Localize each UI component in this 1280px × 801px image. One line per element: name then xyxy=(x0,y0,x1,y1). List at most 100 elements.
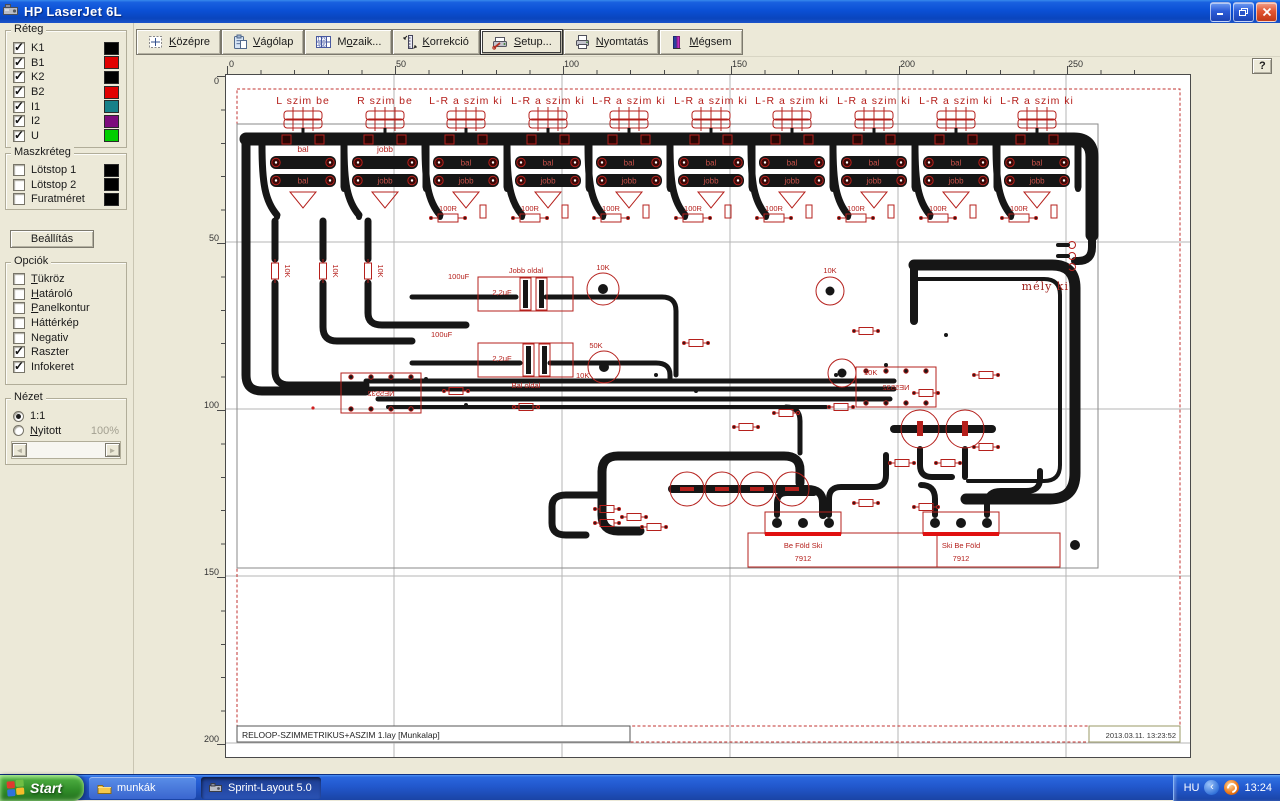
setup-button[interactable]: Setup... xyxy=(479,29,563,55)
minimize-button[interactable] xyxy=(1210,1,1231,22)
tray-app-icon[interactable] xyxy=(1224,780,1240,795)
mask-checkbox-lotstop2[interactable] xyxy=(13,178,25,191)
option-checkbox-infokeret[interactable] xyxy=(13,359,25,373)
svg-text:100uF: 100uF xyxy=(448,272,470,281)
svg-text:Jobb oldal: Jobb oldal xyxy=(509,266,544,275)
connector-groups: L szim be bal bal R szim be jobb jobb L-R a … xyxy=(262,95,1081,222)
svg-text:7912: 7912 xyxy=(795,554,812,563)
svg-text:bal: bal xyxy=(869,159,880,168)
svg-text:Be Föld Ski: Be Föld Ski xyxy=(784,541,823,550)
settings-button[interactable]: Beállítás xyxy=(10,230,94,248)
layers-group-label: Réteg xyxy=(11,23,47,35)
slider-right-arrow[interactable]: ► xyxy=(105,443,120,457)
correction-button[interactable]: Korrekció xyxy=(392,29,480,55)
layer-color-i1[interactable] xyxy=(104,100,119,114)
svg-text:jobb: jobb xyxy=(376,177,393,186)
svg-text:L-R a szim ki: L-R a szim ki xyxy=(674,95,748,107)
layer-color-k1[interactable] xyxy=(104,41,119,55)
mask-color-lotstop1[interactable] xyxy=(104,163,119,177)
taskbar-item-sprint-layout[interactable]: Sprint-Layout 5.0 xyxy=(201,776,321,799)
layer-checkbox-i2[interactable] xyxy=(13,113,25,128)
slider-left-arrow[interactable]: ◄ xyxy=(12,443,27,457)
title-bar: HP LaserJet 6L xyxy=(0,0,1280,23)
svg-text:bal: bal xyxy=(951,159,962,168)
print-button[interactable]: Nyomtatás xyxy=(562,29,660,55)
layer-color-k2[interactable] xyxy=(104,70,119,84)
view-row-nyitott: Nyitott 100% xyxy=(6,424,126,439)
svg-text:bal: bal xyxy=(787,159,798,168)
language-indicator[interactable]: HU xyxy=(1184,782,1200,794)
start-button[interactable]: Start xyxy=(0,774,84,801)
svg-text:bal: bal xyxy=(543,159,554,168)
app-icon[interactable] xyxy=(3,3,19,20)
svg-text:jobb: jobb xyxy=(620,177,637,186)
svg-text:L-R a szim ki: L-R a szim ki xyxy=(511,95,585,107)
zoom-slider[interactable]: ◄ ► xyxy=(11,441,121,459)
layer-color-u[interactable] xyxy=(104,129,119,143)
options-group: Opciók Tükröz Határoló Panelkontur Hátté… xyxy=(5,255,127,385)
svg-text:jobb: jobb xyxy=(376,144,393,154)
option-checkbox-panelkontur[interactable] xyxy=(13,302,25,315)
mask-checkbox-lotstop1[interactable] xyxy=(13,164,25,177)
view-radio-1to1[interactable] xyxy=(13,410,24,422)
svg-text:NE5532: NE5532 xyxy=(367,389,394,398)
close-button[interactable] xyxy=(1256,1,1277,22)
layer-row-i2: I2 xyxy=(6,113,126,129)
options-group-label: Opciók xyxy=(11,255,52,267)
svg-text:L-R a szim ki: L-R a szim ki xyxy=(755,95,829,107)
option-row-panelkontur: Panelkontur xyxy=(6,301,126,316)
option-checkbox-negativ[interactable] xyxy=(13,331,25,344)
option-checkbox-hatarolo[interactable] xyxy=(13,287,25,300)
view-radio-nyitott[interactable] xyxy=(13,425,24,437)
svg-text:L-R a szim ki: L-R a szim ki xyxy=(837,95,911,107)
layer-row-i1: I1 xyxy=(6,99,126,114)
view-group-label: Nézet xyxy=(11,391,46,403)
mosaic-icon: 123456 xyxy=(316,36,332,49)
mask-color-lotstop2[interactable] xyxy=(104,178,119,192)
svg-text:bal: bal xyxy=(1032,159,1043,168)
layer-checkbox-u[interactable] xyxy=(13,128,25,142)
taskbar: Start munkák Sprint-Layout 5.0 HU ‹ 13:2… xyxy=(0,774,1280,801)
window-title: HP LaserJet 6L xyxy=(24,4,122,19)
mask-layers-group: Maszkréteg Lötstop 1 Lötstop 2 Furatmére… xyxy=(5,146,127,210)
printer-icon xyxy=(575,35,589,49)
svg-text:jobb: jobb xyxy=(457,177,474,186)
view-group: Nézet 1:1 Nyitott 100% ◄ ► xyxy=(5,391,127,465)
layer-row-b2: B2 xyxy=(6,84,126,100)
svg-text:bal: bal xyxy=(297,144,308,154)
center-button[interactable]: Középre xyxy=(136,29,221,55)
layer-checkbox-i1[interactable] xyxy=(13,99,25,113)
taskbar-item-munkak[interactable]: munkák xyxy=(89,776,196,799)
layer-checkbox-k2[interactable] xyxy=(13,69,25,84)
cancel-button[interactable]: Mégsem xyxy=(659,29,743,55)
print-toolbar: Középre Vágólap 123 456 Mozaik... Korrekc… xyxy=(136,29,743,55)
mask-checkbox-furatmeret[interactable] xyxy=(13,193,25,206)
option-row-raszter: Raszter xyxy=(6,344,126,360)
restore-button[interactable] xyxy=(1233,1,1254,22)
mask-color-furatmeret[interactable] xyxy=(104,192,119,206)
mask-row-lotstop2: Lötstop 2 xyxy=(6,178,126,193)
help-button[interactable]: ? xyxy=(1252,58,1272,74)
svg-text:NE5532: NE5532 xyxy=(882,383,909,392)
vertical-ruler: 0 50 100 150 200 xyxy=(200,75,226,757)
correction-icon xyxy=(403,35,417,49)
hide-icons-button[interactable]: ‹ xyxy=(1204,780,1220,795)
option-checkbox-hatterkep[interactable] xyxy=(13,317,25,330)
layer-checkbox-b1[interactable] xyxy=(13,55,25,69)
layers-group: Réteg K1 B1 K2 B2 I1 I2 U xyxy=(5,23,127,148)
preview-timestamp: 2013.03.11. 13:23:52 xyxy=(1106,731,1176,740)
layer-color-i2[interactable] xyxy=(104,114,119,128)
option-checkbox-tukroz[interactable] xyxy=(13,273,25,286)
svg-text:10K: 10K xyxy=(376,264,385,277)
clipboard-button[interactable]: Vágólap xyxy=(220,29,305,55)
layer-checkbox-b2[interactable] xyxy=(13,84,25,99)
layer-color-b2[interactable] xyxy=(104,85,119,99)
mosaic-button[interactable]: 123 456 Mozaik... xyxy=(304,29,393,55)
print-page: RELOOP-SZIMMETRIKUS+ASZIM 1.lay [Munkala… xyxy=(225,74,1191,758)
option-checkbox-raszter[interactable] xyxy=(13,344,25,359)
svg-text:L szim be: L szim be xyxy=(276,95,330,107)
svg-text:10K: 10K xyxy=(823,266,836,275)
layer-color-b1[interactable] xyxy=(104,56,119,70)
layer-checkbox-k1[interactable] xyxy=(13,40,25,55)
svg-text:L-R a szim ki: L-R a szim ki xyxy=(429,95,503,107)
